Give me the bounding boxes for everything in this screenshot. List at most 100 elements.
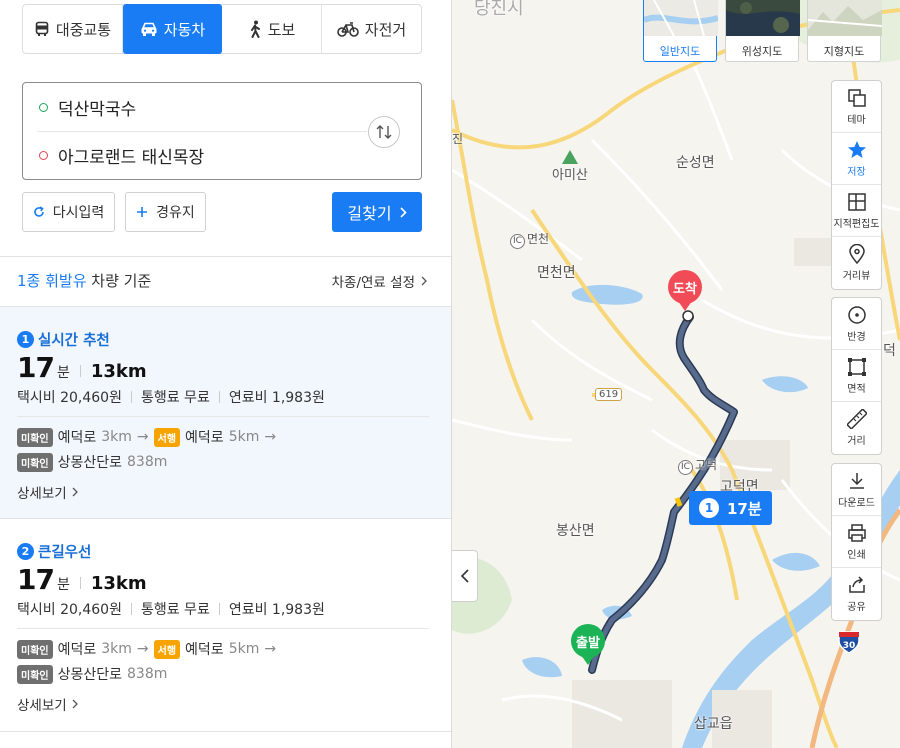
result-title-label: 실시간 추천 [38, 333, 110, 349]
vehicle-basis: 1종 휘발유 차량 기준 [17, 270, 151, 291]
start-value: 덕산막국수 [58, 99, 137, 120]
layers-icon [847, 88, 866, 107]
start-dot-icon [39, 102, 48, 112]
tool-streetview-label: 거리뷰 [842, 271, 871, 282]
detail-label: 상세보기 [17, 486, 67, 502]
taxi-fare: 택시비 20,460원 [17, 390, 122, 406]
end-pin[interactable]: 도착 [668, 270, 702, 311]
mountain-label: 아미산 [552, 168, 588, 183]
fuel-cost: 연료비 1,983원 [228, 390, 325, 406]
streetview-icon [848, 244, 865, 264]
road-distance: 838m [127, 454, 168, 470]
waypoint-label: 경유지 [156, 205, 195, 221]
plus-icon [137, 207, 148, 217]
start-pin-label: 출발 [571, 624, 605, 658]
road-segment-row: 미확인 예덕로 3km → 서행 예덕로 5km → [17, 639, 276, 659]
tool-area-label: 면적 [847, 383, 866, 395]
badge-rank: 1 [699, 498, 719, 518]
tool-save[interactable]: 저장 [832, 133, 881, 185]
divider [218, 391, 220, 403]
reset-label: 다시입력 [52, 205, 105, 221]
tab-walk[interactable]: 도보 [222, 5, 322, 53]
tool-print[interactable]: 인쇄 [832, 516, 881, 568]
route-panel: 대중교통 자동차 도보 자전거 덕산막국수 아그로랜드 태신목장 다시입력 경유… [0, 0, 452, 748]
walk-icon [250, 20, 260, 38]
end-field[interactable]: 아그로랜드 태신목장 [23, 131, 363, 179]
result-title: 2 큰길우선 [17, 541, 91, 562]
vehicle-setting-link[interactable]: 차종/연료 설정 [332, 271, 427, 291]
collapse-panel-button[interactable] [452, 550, 478, 602]
swap-button[interactable] [368, 116, 400, 148]
start-pin[interactable]: 출발 [571, 624, 605, 665]
ic-label: IC 고덕 [678, 456, 717, 475]
highway-30-shield-icon: 30 [838, 631, 860, 654]
maptype-satellite[interactable]: 위성지도 [725, 0, 800, 62]
download-icon [849, 472, 864, 489]
start-field[interactable]: 덕산막국수 [23, 83, 363, 131]
chevron-left-icon [460, 569, 469, 583]
road-distance: 5km [228, 641, 260, 657]
tool-cadastral-label: 지적편집도 [833, 218, 880, 230]
search-label: 길찾기 [347, 204, 392, 223]
route-result-2[interactable]: 2 큰길우선 17 분 13km 택시비 20,460원 통행료 무료 연료비 … [0, 519, 451, 731]
route-time-badge[interactable]: 1 17분 [689, 491, 772, 525]
tool-theme-label: 테마 [847, 114, 866, 126]
map-label: 순성면 [676, 155, 715, 171]
taxi-fare: 택시비 20,460원 [17, 602, 122, 618]
duration-value: 17 [17, 563, 55, 596]
map-thumb-satellite [726, 0, 800, 36]
tab-car-label: 자동차 [163, 20, 206, 39]
maptype-general-label: 일반지도 [659, 45, 701, 58]
tab-walk-label: 도보 [267, 20, 296, 39]
tool-cadastral[interactable]: 지적편집도 [832, 185, 881, 237]
detail-link[interactable]: 상세보기 [17, 694, 78, 714]
tool-distance[interactable]: 거리 [832, 402, 881, 454]
traffic-tag: 미확인 [17, 452, 53, 472]
ic-label: IC 면천 [510, 230, 549, 249]
maptype-terrain[interactable]: 지형지도 [807, 0, 883, 62]
chevron-right-icon [421, 276, 427, 286]
end-pin-label: 도착 [668, 270, 702, 304]
radius-icon [847, 305, 866, 324]
add-waypoint-button[interactable]: 경유지 [125, 192, 206, 232]
tool-radius-label: 반경 [847, 331, 866, 343]
map-label: 당진시 [474, 0, 524, 19]
tool-theme[interactable]: 테마 [832, 81, 881, 133]
map-label: 봉산면 [556, 523, 595, 539]
tool-share[interactable]: 공유 [832, 568, 881, 620]
share-icon [848, 576, 865, 593]
rank-badge: 1 [17, 331, 34, 348]
divider [218, 603, 220, 615]
result-title-label: 큰길우선 [38, 545, 92, 561]
section-divider [0, 731, 451, 732]
divider [130, 391, 132, 403]
arrow-right-icon: → [264, 429, 277, 445]
ic-icon: IC [510, 234, 525, 249]
road-name: 상몽산단로 [57, 667, 123, 683]
search-route-button[interactable]: 길찾기 [332, 192, 422, 232]
maptype-terrain-label: 지형지도 [823, 45, 865, 58]
vehicle-suffix: 차량 기준 [86, 272, 152, 290]
vehicle-setting-label: 차종/연료 설정 [331, 275, 415, 291]
tool-streetview[interactable]: 거리뷰 [832, 237, 881, 289]
route-result-1[interactable]: 1 실시간 추천 17 분 13km 택시비 20,460원 통행료 무료 연료… [0, 307, 451, 518]
map-thumb-general [642, 0, 719, 37]
badge-time: 17분 [727, 499, 762, 518]
detail-link[interactable]: 상세보기 [17, 482, 78, 502]
tab-bicycle[interactable]: 자전거 [322, 5, 421, 53]
duration-value: 17 [17, 351, 55, 384]
tool-share-label: 공유 [847, 602, 866, 613]
tool-download[interactable]: 다운로드 [832, 464, 881, 516]
tab-car[interactable]: 자동차 [123, 4, 222, 54]
bicycle-icon [336, 22, 359, 37]
map-label: 진 [452, 132, 464, 146]
maptype-general[interactable]: 일반지도 [642, 0, 719, 62]
tool-area[interactable]: 면적 [832, 350, 881, 402]
arrow-right-icon: → [136, 641, 149, 657]
tab-transit[interactable]: 대중교통 [23, 5, 123, 53]
reset-button[interactable]: 다시입력 [22, 192, 115, 232]
tab-bicycle-label: 자전거 [364, 20, 407, 39]
road-name: 상몽산단로 [57, 455, 123, 471]
tool-radius[interactable]: 반경 [832, 298, 881, 350]
chevron-right-icon [72, 487, 78, 497]
